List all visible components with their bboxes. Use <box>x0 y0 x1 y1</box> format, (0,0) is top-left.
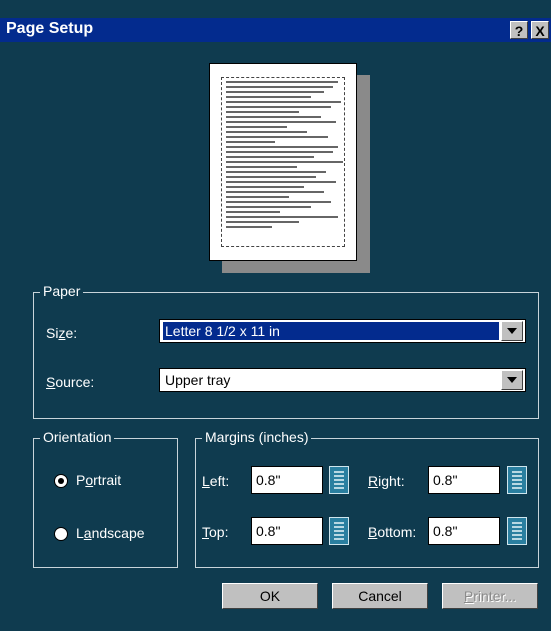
ok-button[interactable]: OK <box>222 583 318 609</box>
preview-text-line <box>226 86 334 88</box>
preview-text-line <box>226 146 339 148</box>
preview-text-line <box>226 101 341 103</box>
margins-group: Margins (inches) Left: 0.8" Right: 0.8" … <box>195 429 539 568</box>
preview-text-line <box>226 206 312 208</box>
portrait-radio[interactable] <box>54 474 68 488</box>
top-margin-spinner[interactable] <box>329 517 349 545</box>
dialog-body: Paper Size: Letter 8 1/2 x 11 in Source:… <box>0 42 551 631</box>
paper-source-select[interactable]: Upper tray <box>159 368 526 392</box>
preview-text-line <box>226 141 275 143</box>
portrait-label[interactable]: Portrait <box>76 472 121 488</box>
preview-text-line <box>226 226 273 228</box>
preview-text-line <box>226 106 331 108</box>
close-button[interactable]: X <box>531 21 549 39</box>
paper-source-value: Upper tray <box>165 372 231 388</box>
paper-size-select[interactable]: Letter 8 1/2 x 11 in <box>159 319 526 343</box>
margins-group-label: Margins (inches) <box>202 429 312 445</box>
right-margin-label: Right: <box>368 473 405 489</box>
paper-group: Paper Size: Letter 8 1/2 x 11 in Source:… <box>33 283 539 419</box>
help-button[interactable]: ? <box>510 21 528 39</box>
bottom-margin-input[interactable]: 0.8" <box>428 517 500 545</box>
preview-text-line <box>226 126 287 128</box>
title-bar: Page Setup ? X <box>0 18 551 42</box>
left-margin-input[interactable]: 0.8" <box>251 466 323 494</box>
preview-text-line <box>226 111 300 113</box>
bottom-margin-label: Bottom: <box>368 524 417 540</box>
preview-text-line <box>226 201 331 203</box>
orientation-group: Orientation Portrait Landscape <box>33 429 178 568</box>
right-margin-spinner[interactable] <box>507 466 527 494</box>
landscape-label[interactable]: Landscape <box>76 525 145 541</box>
dialog-title: Page Setup <box>6 20 94 37</box>
preview-text-line <box>226 221 300 223</box>
preview-text-line <box>226 161 344 163</box>
landscape-radio[interactable] <box>54 527 68 541</box>
preview-page <box>209 63 357 261</box>
preview-text-line <box>226 166 297 168</box>
preview-text-line <box>226 176 317 178</box>
preview-text-line <box>226 121 336 123</box>
preview-text-line <box>226 131 307 133</box>
size-label: Size: <box>46 325 78 341</box>
cancel-button[interactable]: Cancel <box>332 583 428 609</box>
preview-text-line <box>226 211 280 213</box>
left-margin-label: Left: <box>202 473 230 489</box>
preview-text-line <box>226 171 327 173</box>
left-margin-spinner[interactable] <box>329 466 349 494</box>
page-setup-dialog: Page Setup ? X Paper Size: Letter 8 1/2 … <box>0 0 551 631</box>
preview-text-line <box>226 151 334 153</box>
bottom-margin-spinner[interactable] <box>507 517 527 545</box>
source-label: Source: <box>46 374 95 390</box>
preview-text-line <box>226 91 324 93</box>
preview-text-line <box>226 156 314 158</box>
preview-margin-guides <box>221 77 345 247</box>
preview-text-line <box>226 181 336 183</box>
right-margin-input[interactable]: 0.8" <box>428 466 500 494</box>
top-margin-label: Top: <box>202 524 229 540</box>
paper-group-label: Paper <box>40 283 84 299</box>
top-margin-input[interactable]: 0.8" <box>251 517 323 545</box>
paper-size-value: Letter 8 1/2 x 11 in <box>163 322 499 340</box>
preview-text-line <box>226 96 312 98</box>
printer-button[interactable]: Printer... <box>442 583 538 609</box>
preview-text-line <box>226 191 324 193</box>
chevron-down-icon[interactable] <box>501 370 523 390</box>
preview-text-line <box>226 116 322 118</box>
chevron-down-icon[interactable] <box>501 321 523 341</box>
orientation-group-label: Orientation <box>40 429 115 445</box>
preview-text-line <box>226 136 329 138</box>
preview-text-line <box>226 196 290 198</box>
preview-text-line <box>226 81 339 83</box>
preview-text-line <box>226 186 305 188</box>
preview-text-line <box>226 216 339 218</box>
